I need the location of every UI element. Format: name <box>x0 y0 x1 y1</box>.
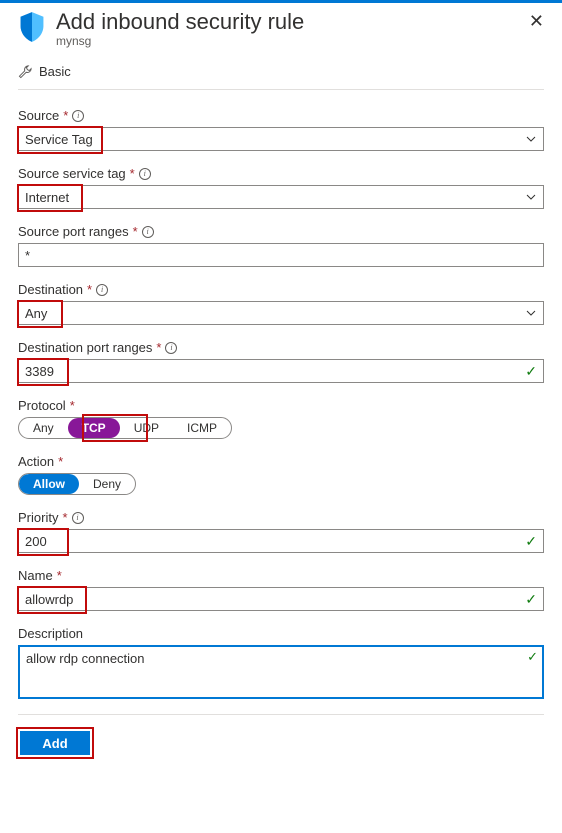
add-button-wrap: Add <box>20 731 90 755</box>
shield-icon <box>18 11 46 43</box>
label-text: Source port ranges <box>18 224 129 239</box>
action-allow[interactable]: Allow <box>19 474 79 494</box>
blade-content: Add inbound security rule mynsg ✕ Basic … <box>0 3 562 773</box>
field-source-port-ranges: Source port ranges * i * <box>18 224 544 267</box>
label-action: Action * <box>18 454 544 469</box>
valid-check-icon: ✓ <box>525 363 537 380</box>
name-value: allowrdp <box>25 592 521 607</box>
priority-input[interactable]: 200 ✓ <box>18 529 544 553</box>
label-protocol: Protocol * <box>18 398 544 413</box>
label-source-port-ranges: Source port ranges * i <box>18 224 544 239</box>
label-source-service-tag: Source service tag * i <box>18 166 544 181</box>
blade-title: Add inbound security rule <box>56 9 544 35</box>
info-icon[interactable]: i <box>72 110 84 122</box>
chevron-down-icon <box>525 133 537 145</box>
protocol-tcp[interactable]: TCP <box>68 418 120 438</box>
protocol-any[interactable]: Any <box>19 418 68 438</box>
label-text: Destination <box>18 282 83 297</box>
source-service-tag-value: Internet <box>25 190 525 205</box>
name-input[interactable]: allowrdp ✓ <box>18 587 544 611</box>
required-asterisk: * <box>87 282 92 297</box>
label-text: Protocol <box>18 398 66 413</box>
field-destination-port-ranges: Destination port ranges * i 3389 ✓ <box>18 340 544 383</box>
protocol-udp[interactable]: UDP <box>120 418 173 438</box>
required-asterisk: * <box>58 454 63 469</box>
label-description: Description <box>18 626 544 641</box>
action-deny[interactable]: Deny <box>79 474 135 494</box>
toolbar: Basic <box>18 58 544 90</box>
wrench-icon <box>18 64 33 79</box>
label-text: Name <box>18 568 53 583</box>
protocol-group-wrap: Any TCP UDP ICMP <box>18 417 232 439</box>
protocol-icmp[interactable]: ICMP <box>173 418 231 438</box>
info-icon[interactable]: i <box>142 226 154 238</box>
add-button[interactable]: Add <box>20 731 90 755</box>
priority-value: 200 <box>25 534 521 549</box>
source-port-ranges-value: * <box>25 248 537 263</box>
required-asterisk: * <box>133 224 138 239</box>
required-asterisk: * <box>156 340 161 355</box>
valid-check-icon: ✓ <box>527 649 538 665</box>
label-source-text: Source <box>18 108 59 123</box>
label-destination: Destination * i <box>18 282 544 297</box>
label-text: Destination port ranges <box>18 340 152 355</box>
field-description: Description allow rdp connection ✓ <box>18 626 544 699</box>
blade-subtitle: mynsg <box>56 34 544 48</box>
required-asterisk: * <box>62 510 67 525</box>
field-action: Action * Allow Deny <box>18 454 544 495</box>
chevron-down-icon <box>525 307 537 319</box>
description-wrap: allow rdp connection ✓ <box>18 645 544 699</box>
required-asterisk: * <box>63 108 68 123</box>
label-text: Action <box>18 454 54 469</box>
source-port-ranges-input[interactable]: * <box>18 243 544 267</box>
field-protocol: Protocol * Any TCP UDP ICMP <box>18 398 544 439</box>
label-priority: Priority * i <box>18 510 544 525</box>
required-asterisk: * <box>130 166 135 181</box>
footer-separator <box>18 714 544 715</box>
field-destination: Destination * i Any <box>18 282 544 325</box>
description-textarea[interactable]: allow rdp connection <box>18 645 544 699</box>
source-dropdown[interactable]: Service Tag <box>18 127 544 151</box>
field-source: Source * i Service Tag <box>18 108 544 151</box>
source-service-tag-dropdown[interactable]: Internet <box>18 185 544 209</box>
label-source: Source * i <box>18 108 544 123</box>
required-asterisk: * <box>70 398 75 413</box>
blade-header: Add inbound security rule mynsg ✕ <box>18 9 544 48</box>
label-text: Description <box>18 626 83 641</box>
destination-port-ranges-value: 3389 <box>25 364 521 379</box>
protocol-pill-group: Any TCP UDP ICMP <box>18 417 232 439</box>
label-name: Name * <box>18 568 544 583</box>
field-priority: Priority * i 200 ✓ <box>18 510 544 553</box>
description-value: allow rdp connection <box>26 651 145 666</box>
source-value: Service Tag <box>25 132 525 147</box>
destination-value: Any <box>25 306 525 321</box>
action-pill-group: Allow Deny <box>18 473 136 495</box>
info-icon[interactable]: i <box>165 342 177 354</box>
chevron-down-icon <box>525 191 537 203</box>
label-text: Priority <box>18 510 58 525</box>
info-icon[interactable]: i <box>72 512 84 524</box>
field-name: Name * allowrdp ✓ <box>18 568 544 611</box>
field-source-service-tag: Source service tag * i Internet <box>18 166 544 209</box>
title-block: Add inbound security rule mynsg <box>56 9 544 48</box>
label-destination-port-ranges: Destination port ranges * i <box>18 340 544 355</box>
valid-check-icon: ✓ <box>525 533 537 550</box>
valid-check-icon: ✓ <box>525 591 537 608</box>
info-icon[interactable]: i <box>139 168 151 180</box>
info-icon[interactable]: i <box>96 284 108 296</box>
destination-port-ranges-input[interactable]: 3389 ✓ <box>18 359 544 383</box>
basic-toggle[interactable]: Basic <box>39 64 71 79</box>
required-asterisk: * <box>57 568 62 583</box>
close-icon[interactable]: ✕ <box>529 11 544 32</box>
destination-dropdown[interactable]: Any <box>18 301 544 325</box>
label-text: Source service tag <box>18 166 126 181</box>
